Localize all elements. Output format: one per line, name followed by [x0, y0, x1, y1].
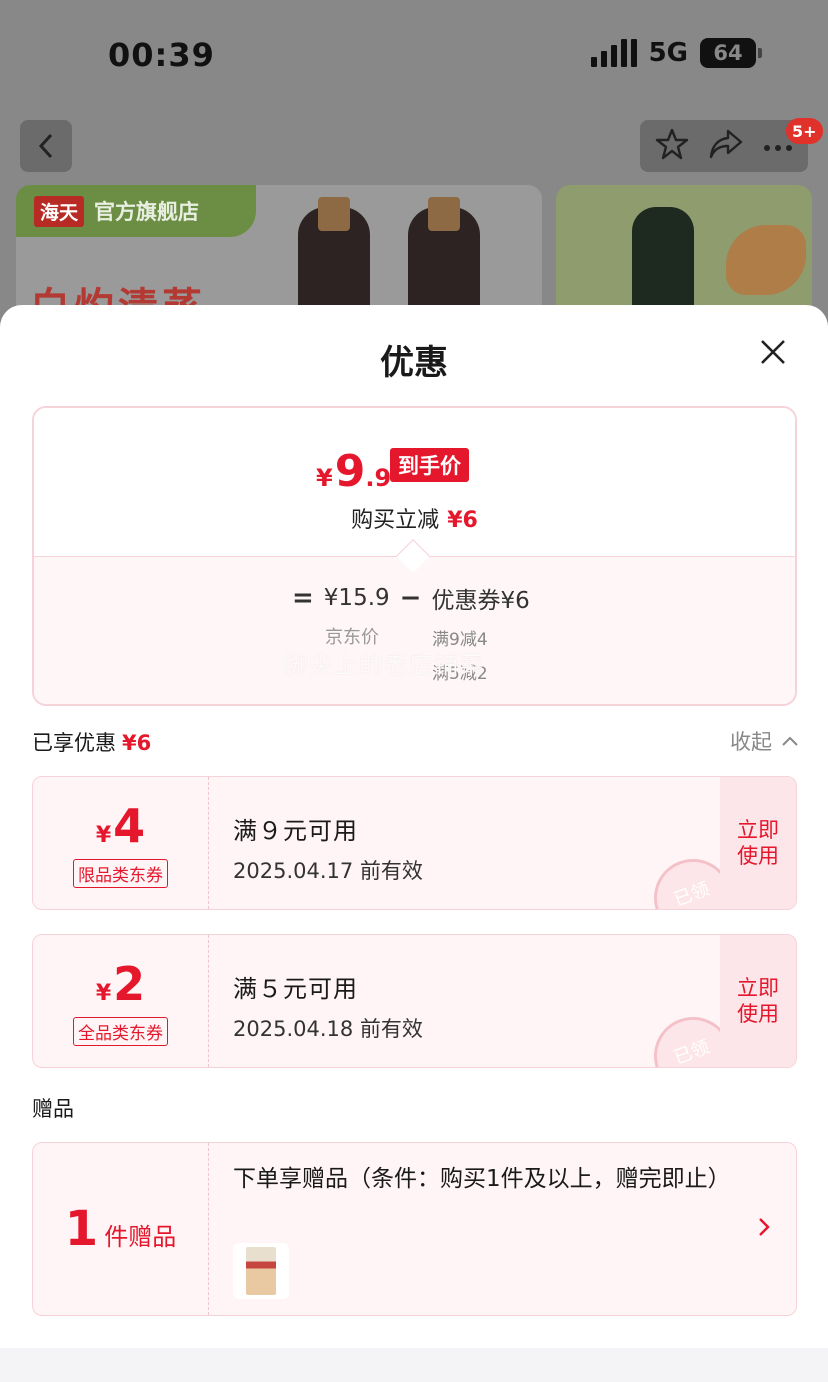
battery-icon: 64: [700, 38, 762, 68]
signal-icon: [590, 39, 637, 67]
final-price-integer: 9: [334, 446, 366, 497]
gift-count: 1 件赠品: [33, 1143, 209, 1315]
coupon-type: 全品类东券: [73, 1016, 168, 1046]
close-icon: [761, 340, 785, 364]
enjoyed-discount-amount: ¥6: [122, 731, 152, 755]
coupon-card: ¥ 2 全品类东券 满５元可用 2025.04.18 前有效 已领 立即 使用: [32, 934, 797, 1068]
coupon-total: 优惠券¥6: [431, 588, 530, 614]
coupon-amount-number: 2: [113, 956, 146, 1011]
final-price-section: ¥ 9 .9 到手价 购买立减 ¥6: [34, 408, 795, 556]
use-coupon-button[interactable]: 立即 使用: [720, 777, 796, 909]
coupon-valid-date: 2025.04.17 前有效: [233, 859, 423, 883]
discount-sheet: 优惠 ¥ 9 .9 到手价 购买立减 ¥6 = ¥15.9 − 优惠券¥6 京东价…: [0, 305, 828, 1382]
sheet-footer: [0, 1348, 828, 1382]
notification-badge: 5+: [786, 118, 823, 144]
coupon-value: ¥ 2 全品类东券: [33, 935, 209, 1067]
enjoyed-discount: 已享优惠 ¥6: [32, 727, 151, 757]
minus-sign: −: [399, 583, 422, 613]
shrimp-image: [726, 225, 806, 295]
final-price: ¥ 9 .9: [316, 446, 391, 497]
collapse-toggle[interactable]: 收起: [730, 726, 798, 756]
store-tag: 海天 官方旗舰店: [16, 185, 256, 237]
price-formula: = ¥15.9 − 优惠券¥6: [292, 581, 530, 615]
final-price-tag: 到手价: [390, 448, 469, 482]
coupon-amount-number: 4: [113, 798, 146, 853]
use-coupon-button[interactable]: 立即 使用: [720, 935, 796, 1067]
chevron-right-icon: [758, 1217, 770, 1241]
watermark: 脚尖上的老店铺菜: [284, 651, 484, 679]
enjoyed-discount-label: 已享优惠: [32, 731, 116, 755]
battery-level: 64: [713, 41, 743, 65]
coupon-amount: ¥ 2: [96, 957, 145, 1011]
network-type: 5G: [648, 38, 688, 68]
equals-sign: =: [292, 583, 314, 613]
jd-price: ¥15.9: [323, 585, 390, 611]
coupon-condition: 满５元可用: [233, 975, 358, 1003]
instant-discount-line: 购买立减 ¥6: [34, 502, 795, 534]
product-banner-secondary[interactable]: [556, 185, 812, 325]
final-price-decimal: .9: [365, 464, 392, 492]
back-button[interactable]: [20, 120, 72, 172]
gift-card[interactable]: 1 件赠品 下单享赠品（条件：购买1件及以上，赠完即止）: [32, 1142, 797, 1316]
price-breakdown-section: = ¥15.9 − 优惠券¥6 京东价 满9减4 满5减2 脚尖上的老店铺菜: [34, 556, 795, 704]
status-time: 00:39: [108, 36, 215, 74]
favorite-button[interactable]: [655, 127, 689, 165]
status-bar: 00:39 5G 64: [0, 30, 828, 82]
brand-logo: 海天: [34, 195, 85, 227]
coupon-amount: ¥ 4: [96, 799, 145, 853]
star-icon: [656, 128, 689, 160]
coupon-type: 限品类东券: [73, 858, 168, 888]
currency-symbol: ¥: [95, 822, 112, 848]
chevron-left-icon: [38, 133, 53, 159]
gift-product-image: [233, 1243, 289, 1299]
price-summary-card: ¥ 9 .9 到手价 购买立减 ¥6 = ¥15.9 − 优惠券¥6 京东价 满9…: [32, 406, 797, 706]
coupon-value: ¥ 4 限品类东券: [33, 777, 209, 909]
use-coupon-label: 立即 使用: [737, 975, 779, 1026]
coupon-valid-date: 2025.04.18 前有效: [233, 1017, 423, 1041]
share-button[interactable]: [708, 128, 744, 164]
sheet-title: 优惠: [380, 343, 448, 383]
nav-action-group: [640, 120, 808, 172]
more-icon: [763, 144, 792, 151]
product-banner[interactable]: 海天 官方旗舰店 白灼清蒸: [16, 185, 542, 325]
gift-section-title: 赠品: [32, 1097, 74, 1121]
gift-count-unit: 件赠品: [104, 1223, 177, 1251]
gift-description: 下单享赠品（条件：购买1件及以上，赠完即止）: [233, 1166, 731, 1192]
gift-count-number: 1: [64, 1201, 99, 1257]
use-coupon-label: 立即 使用: [737, 817, 779, 868]
coupon-condition: 满９元可用: [233, 817, 358, 845]
collapse-label: 收起: [730, 730, 772, 754]
close-button[interactable]: [760, 339, 786, 365]
chevron-up-icon: [782, 736, 798, 746]
status-indicators: 5G 64: [590, 38, 762, 68]
instant-discount-label: 购买立减: [351, 508, 440, 533]
instant-discount-amount: ¥6: [447, 508, 478, 533]
background-page: 00:39 5G 64 5+ 海天 官方旗舰店 白灼清蒸: [0, 0, 828, 330]
coupon-card: ¥ 4 限品类东券 满９元可用 2025.04.17 前有效 已领 立即 使用: [32, 776, 797, 910]
currency-symbol: ¥: [95, 980, 112, 1006]
currency-symbol: ¥: [316, 464, 333, 492]
share-icon: [709, 129, 743, 159]
store-name: 官方旗舰店: [94, 200, 200, 224]
